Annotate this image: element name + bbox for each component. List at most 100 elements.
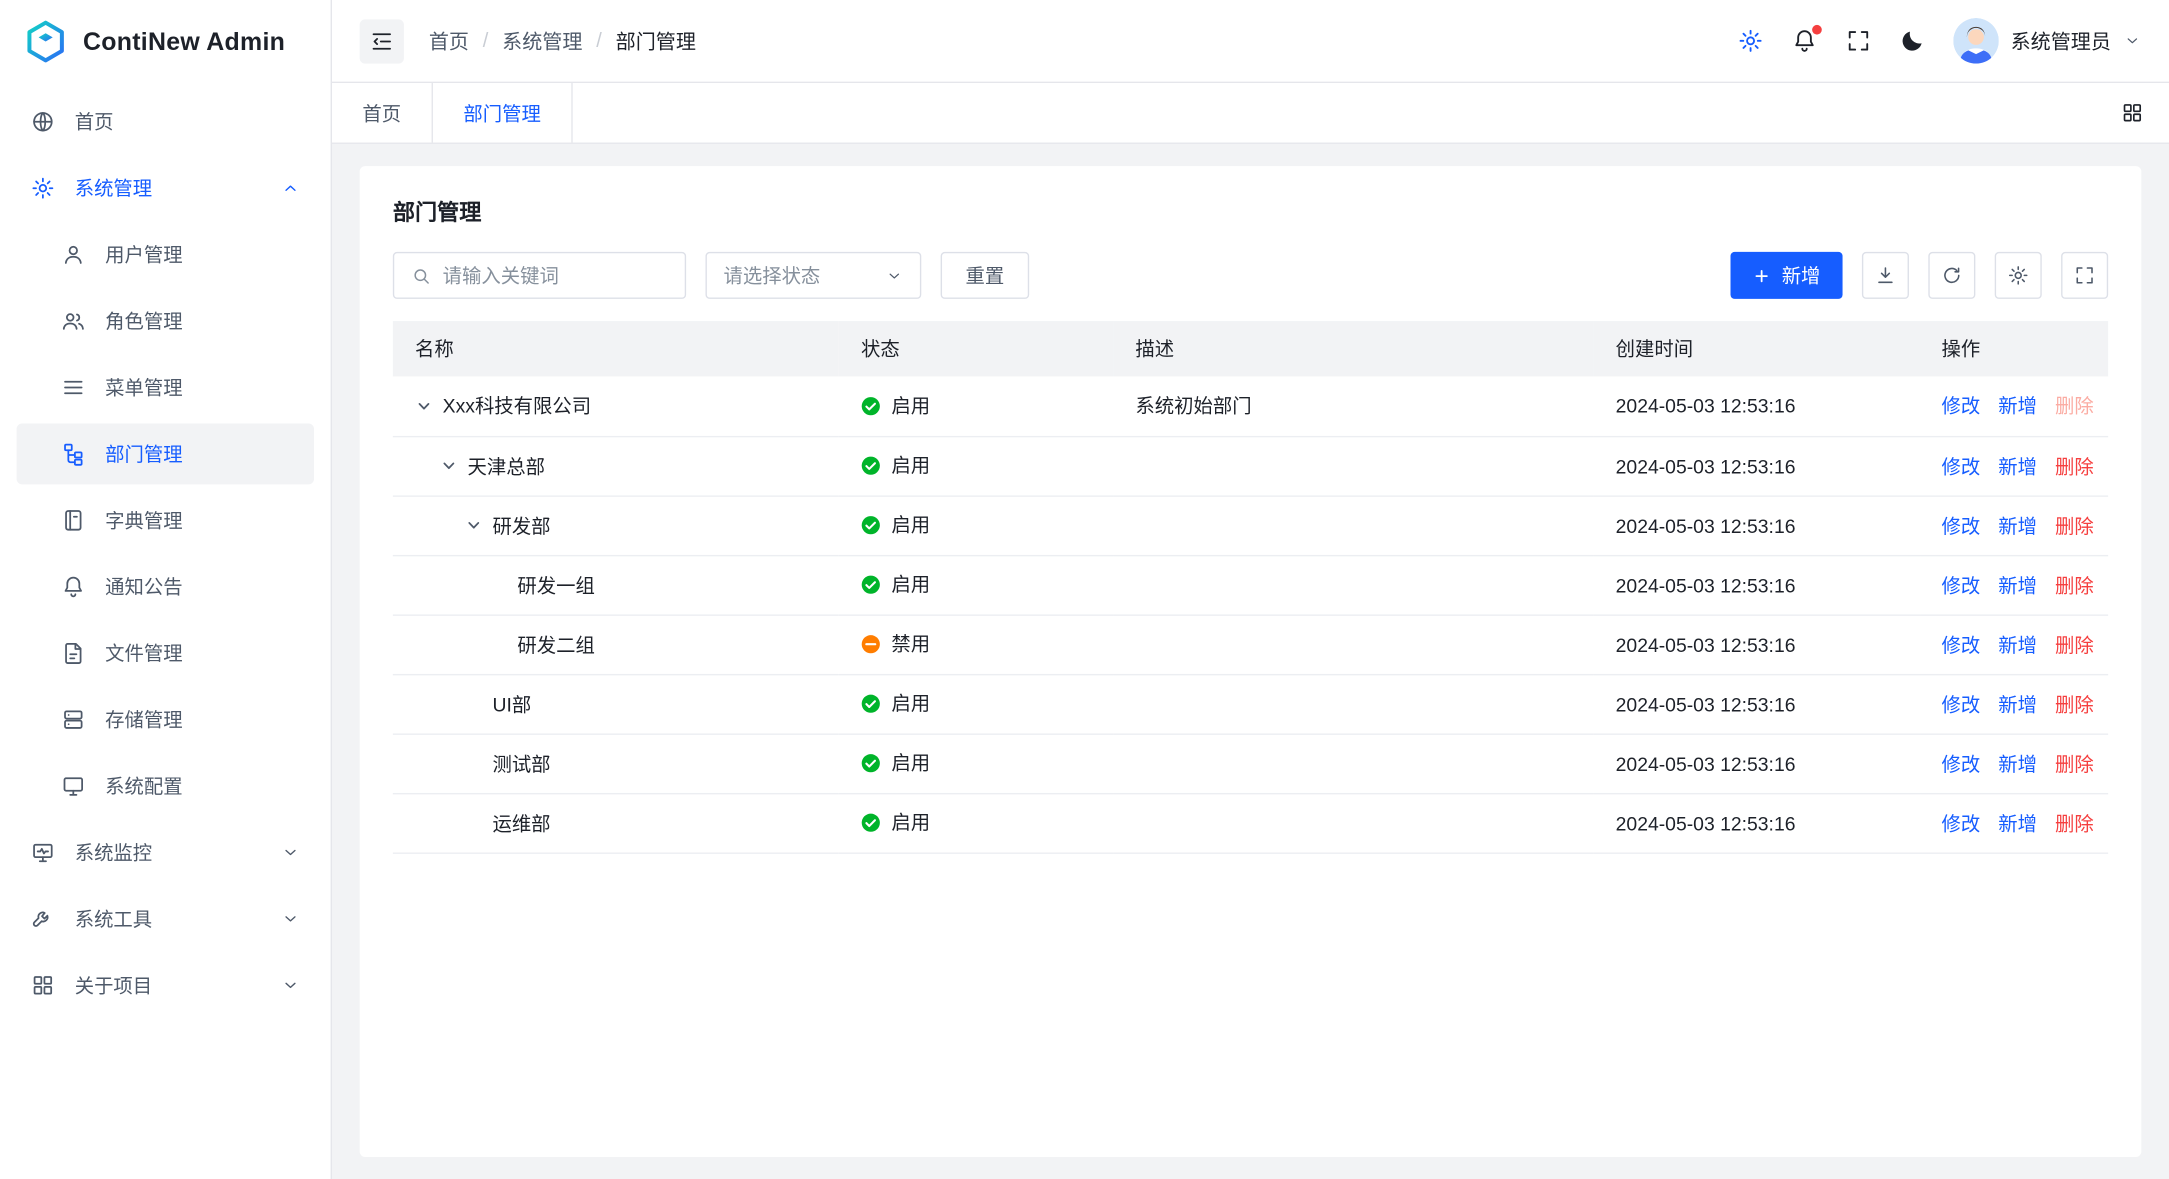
- breadcrumb-item[interactable]: 部门管理: [616, 26, 696, 55]
- status-check-icon: [861, 395, 882, 416]
- menu-fold-icon: [369, 28, 394, 53]
- sidebar-item-notice-announcement[interactable]: 通知公告: [17, 556, 314, 617]
- add-link[interactable]: 新增: [1998, 455, 2037, 477]
- row-expand-icon[interactable]: [440, 457, 458, 475]
- table-row[interactable]: 运维部启用2024-05-03 12:53:16修改新增删除: [393, 793, 2108, 853]
- name-cell: 研发一组: [393, 555, 839, 615]
- delete-link[interactable]: 删除: [2055, 514, 2094, 536]
- globe-icon: [30, 109, 55, 134]
- sidebar-item-system-management[interactable]: 系统管理: [17, 158, 314, 219]
- status-label: 启用: [891, 809, 930, 837]
- add-link[interactable]: 新增: [1998, 752, 2037, 774]
- tab-actions-grid-icon[interactable]: [2121, 101, 2145, 125]
- delete-link[interactable]: 删除: [2055, 633, 2094, 655]
- sidebar-item-role-management[interactable]: 角色管理: [17, 291, 314, 352]
- desc-cell: [1113, 495, 1593, 555]
- table-settings-button[interactable]: [1995, 252, 2042, 299]
- menu-fold-button[interactable]: [360, 19, 404, 63]
- status-check-icon: [861, 812, 882, 833]
- status-cell: 启用: [839, 555, 1113, 615]
- add-link[interactable]: 新增: [1998, 574, 2037, 596]
- sidebar-item-file-management[interactable]: 文件管理: [17, 623, 314, 684]
- status-select[interactable]: 请选择状态: [705, 252, 921, 299]
- tab-home[interactable]: 首页: [332, 83, 433, 143]
- column-header: 操作: [1919, 321, 2108, 376]
- app-logo[interactable]: ContiNew Admin: [0, 0, 331, 83]
- user-menu[interactable]: 系统管理员: [1953, 18, 2142, 64]
- sidebar-item-user-management[interactable]: 用户管理: [17, 224, 314, 285]
- edit-link[interactable]: 修改: [1942, 574, 1981, 596]
- sidebar-item-system-tools[interactable]: 系统工具: [17, 888, 314, 949]
- table-row[interactable]: 天津总部启用2024-05-03 12:53:16修改新增删除: [393, 436, 2108, 496]
- sidebar-item-label: 关于项目: [75, 971, 262, 999]
- delete-link[interactable]: 删除: [2055, 455, 2094, 477]
- edit-link[interactable]: 修改: [1942, 693, 1981, 715]
- edit-link[interactable]: 修改: [1942, 752, 1981, 774]
- search-input[interactable]: [443, 264, 668, 286]
- time-cell: 2024-05-03 12:53:16: [1594, 674, 1920, 734]
- refresh-button[interactable]: [1928, 252, 1975, 299]
- user-icon: [61, 242, 86, 267]
- sidebar-item-menu-management[interactable]: 菜单管理: [17, 357, 314, 418]
- edit-link[interactable]: 修改: [1942, 812, 1981, 834]
- add-button[interactable]: 新增: [1731, 252, 1843, 299]
- add-link[interactable]: 新增: [1998, 693, 2037, 715]
- sidebar-item-dept-management[interactable]: 部门管理: [17, 423, 314, 484]
- sidebar-item-label: 通知公告: [105, 573, 300, 601]
- sidebar-item-system-config[interactable]: 系统配置: [17, 756, 314, 817]
- expand-button[interactable]: [2061, 252, 2108, 299]
- table-row[interactable]: Xxx科技有限公司启用系统初始部门2024-05-03 12:53:16修改新增…: [393, 376, 2108, 436]
- name-cell: 测试部: [393, 733, 839, 793]
- row-expand-icon[interactable]: [465, 516, 483, 534]
- table-row[interactable]: 研发一组启用2024-05-03 12:53:16修改新增删除: [393, 555, 2108, 615]
- download-button[interactable]: [1862, 252, 1909, 299]
- row-expand-icon[interactable]: [415, 397, 433, 415]
- hexagon-logo-icon: [22, 18, 69, 65]
- delete-link[interactable]: 删除: [2055, 693, 2094, 715]
- dark-mode-moon-icon[interactable]: [1899, 28, 1925, 54]
- settings-icon[interactable]: [1737, 28, 1763, 54]
- user-name: 系统管理员: [2011, 26, 2111, 55]
- status-label: 启用: [891, 749, 930, 777]
- sidebar-item-dict-management[interactable]: 字典管理: [17, 490, 314, 551]
- sidebar-item-label: 角色管理: [105, 307, 300, 335]
- status-check-icon: [861, 455, 882, 476]
- status-check-icon: [861, 752, 882, 773]
- table-row[interactable]: 研发部启用2024-05-03 12:53:16修改新增删除: [393, 495, 2108, 555]
- sidebar-item-system-monitor[interactable]: 系统监控: [17, 822, 314, 883]
- delete-link[interactable]: 删除: [2055, 574, 2094, 596]
- column-header: 描述: [1113, 321, 1593, 376]
- breadcrumb-item[interactable]: 首页: [429, 26, 469, 55]
- add-link[interactable]: 新增: [1998, 395, 2037, 417]
- notification-bell-icon[interactable]: [1791, 28, 1817, 54]
- add-link[interactable]: 新增: [1998, 812, 2037, 834]
- edit-link[interactable]: 修改: [1942, 633, 1981, 655]
- table-row[interactable]: 研发二组禁用2024-05-03 12:53:16修改新增删除: [393, 614, 2108, 674]
- table-row[interactable]: 测试部启用2024-05-03 12:53:16修改新增删除: [393, 733, 2108, 793]
- edit-link[interactable]: 修改: [1942, 514, 1981, 536]
- fullscreen-icon[interactable]: [1845, 28, 1871, 54]
- column-header: 状态: [839, 321, 1113, 376]
- status-badge: 启用: [861, 511, 930, 539]
- chevron-down-icon: [885, 266, 903, 284]
- edit-link[interactable]: 修改: [1942, 395, 1981, 417]
- sidebar-item-label: 存储管理: [105, 706, 300, 734]
- status-check-icon: [861, 693, 882, 714]
- delete-link[interactable]: 删除: [2055, 752, 2094, 774]
- breadcrumb-item[interactable]: 系统管理: [502, 26, 582, 55]
- keyword-search-field[interactable]: [393, 252, 686, 299]
- sidebar-item-home[interactable]: 首页: [17, 91, 314, 152]
- desc-cell: [1113, 793, 1593, 853]
- add-link[interactable]: 新增: [1998, 633, 2037, 655]
- delete-link[interactable]: 删除: [2055, 812, 2094, 834]
- edit-link[interactable]: 修改: [1942, 455, 1981, 477]
- breadcrumb: 首页/系统管理/部门管理: [429, 26, 696, 55]
- add-link[interactable]: 新增: [1998, 514, 2037, 536]
- sidebar-item-storage-management[interactable]: 存储管理: [17, 689, 314, 750]
- reset-button[interactable]: 重置: [941, 252, 1030, 299]
- tab-dept-management[interactable]: 部门管理: [433, 83, 573, 143]
- sidebar-item-label: 文件管理: [105, 639, 300, 667]
- delete-link[interactable]: 删除: [2055, 395, 2094, 417]
- table-row[interactable]: UI部启用2024-05-03 12:53:16修改新增删除: [393, 674, 2108, 734]
- sidebar-item-about-project[interactable]: 关于项目: [17, 955, 314, 1016]
